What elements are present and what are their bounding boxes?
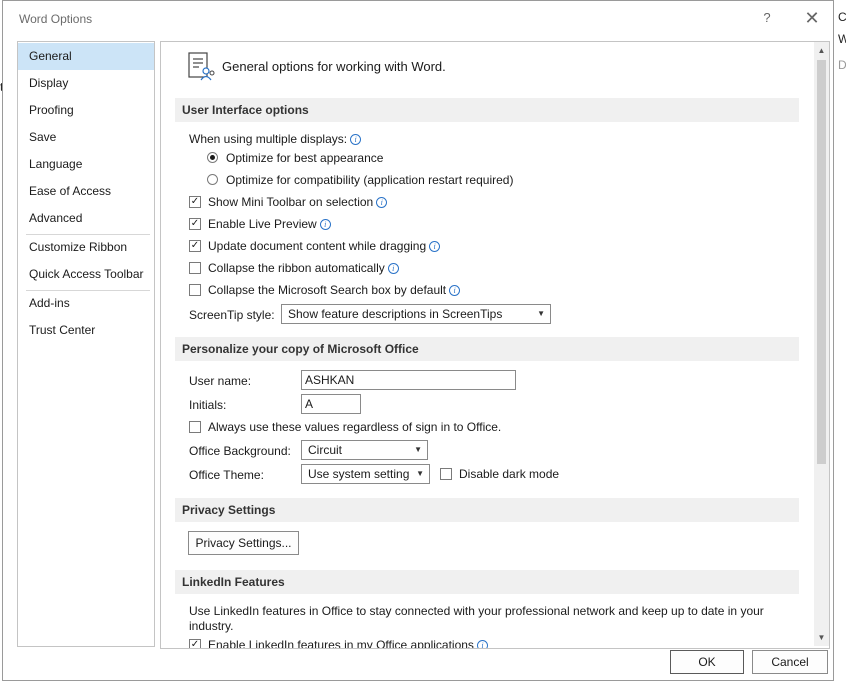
mini-toolbar-label: Show Mini Toolbar on selection i [208,195,388,209]
close-button[interactable]: ✕ [802,8,822,28]
username-input[interactable]: ASHKAN [301,370,516,390]
info-icon[interactable]: i [387,263,399,274]
nav-item-save[interactable]: Save [18,124,154,151]
checkbox-enable-linkedin[interactable]: ✓ [189,639,201,648]
username-label: User name: [189,374,252,388]
checkbox-collapse-search[interactable] [189,284,201,296]
radio-compatibility[interactable] [207,174,218,185]
screentip-style-value: Show feature descriptions in ScreenTips [288,307,503,321]
info-icon[interactable]: i [449,285,461,296]
office-theme-value: Use system setting [308,467,410,481]
collapse-ribbon-label: Collapse the ribbon automatically i [208,261,399,275]
office-background-label: Office Background: [189,444,291,458]
info-icon[interactable]: i [376,197,388,208]
nav-item-proofing[interactable]: Proofing [18,97,154,124]
update-dragging-text: Update document content while dragging [208,239,427,253]
enable-linkedin-label: Enable LinkedIn features in my Office ap… [208,638,488,649]
section-user-interface-options: User Interface options [175,98,799,122]
multiple-displays-text: When using multiple displays: [189,132,348,146]
checkbox-mini-toolbar[interactable]: ✓ [189,196,201,208]
office-background-value: Circuit [308,443,343,457]
scrollbar-thumb[interactable] [817,60,826,464]
live-preview-text: Enable Live Preview [208,217,317,231]
live-preview-label: Enable Live Preview i [208,217,331,231]
window-title: Word Options [19,12,93,26]
office-background-select[interactable]: Circuit ▼ [301,440,428,460]
background-right-text-3: D [838,58,846,72]
info-icon[interactable]: i [319,219,331,230]
background-window-right: C W D [834,0,846,685]
mini-toolbar-text: Show Mini Toolbar on selection [208,195,374,209]
initials-input[interactable]: A [301,394,361,414]
collapse-search-label: Collapse the Microsoft Search box by def… [208,283,461,297]
nav-item-ease-of-access[interactable]: Ease of Access [18,178,154,205]
checkbox-disable-dark-mode[interactable] [440,468,452,480]
nav-item-general[interactable]: General [18,43,154,70]
nav-item-language[interactable]: Language [18,151,154,178]
nav-item-display[interactable]: Display [18,70,154,97]
category-nav: General Display Proofing Save Language E… [17,41,155,647]
section-linkedin-features: LinkedIn Features [175,570,799,594]
info-icon[interactable]: i [429,241,441,252]
scroll-up-icon[interactable]: ▲ [814,42,829,59]
always-use-values-label: Always use these values regardless of si… [208,420,502,434]
panel-header-text: General options for working with Word. [222,59,446,74]
nav-item-add-ins[interactable]: Add-ins [18,290,154,317]
section-personalize: Personalize your copy of Microsoft Offic… [175,337,799,361]
vertical-scrollbar[interactable]: ▲ ▼ [814,42,829,646]
section-privacy-settings: Privacy Settings [175,498,799,522]
section-title: Personalize your copy of Microsoft Offic… [182,342,419,356]
enable-linkedin-text: Enable LinkedIn features in my Office ap… [208,638,474,649]
checkbox-live-preview[interactable]: ✓ [189,218,201,230]
info-icon[interactable]: i [476,640,488,648]
privacy-settings-button[interactable]: Privacy Settings... [188,531,299,555]
scroll-down-icon[interactable]: ▼ [814,629,829,646]
title-bar: Word Options ? ✕ [3,1,833,37]
radio-best-appearance-label: Optimize for best appearance [226,151,384,165]
background-right-text-2: W [838,32,846,46]
chevron-down-icon: ▼ [414,445,422,454]
linkedin-description: Use LinkedIn features in Office to stay … [189,604,764,633]
checkbox-always-use-values[interactable] [189,421,201,433]
chevron-down-icon: ▼ [537,309,545,318]
cancel-button[interactable]: Cancel [752,650,828,674]
office-theme-label: Office Theme: [189,468,264,482]
checkbox-update-dragging[interactable]: ✓ [189,240,201,252]
chevron-down-icon: ▼ [416,469,424,478]
collapse-search-text: Collapse the Microsoft Search box by def… [208,283,447,297]
help-button[interactable]: ? [759,10,775,28]
general-options-icon [188,52,215,81]
checkbox-collapse-ribbon[interactable] [189,262,201,274]
screentip-style-label: ScreenTip style: [189,308,275,322]
general-options-panel: General options for working with Word. U… [160,41,830,649]
radio-best-appearance[interactable] [207,152,218,163]
collapse-ribbon-text: Collapse the ribbon automatically [208,261,385,275]
background-right-text-1: C [838,10,846,24]
nav-item-customize-ribbon[interactable]: Customize Ribbon [18,234,154,261]
nav-item-quick-access-toolbar[interactable]: Quick Access Toolbar [18,261,154,288]
nav-item-advanced[interactable]: Advanced [18,205,154,232]
office-theme-select[interactable]: Use system setting ▼ [301,464,430,484]
section-title: LinkedIn Features [182,575,285,589]
radio-compatibility-label: Optimize for compatibility (application … [226,173,514,187]
info-icon[interactable]: i [350,134,362,145]
section-title: Privacy Settings [182,503,276,517]
ok-button[interactable]: OK [670,650,744,674]
word-options-dialog: Word Options ? ✕ General Display Proofin… [2,0,834,681]
multiple-displays-label: When using multiple displays: i [189,132,362,146]
disable-dark-mode-label: Disable dark mode [459,467,560,481]
nav-item-trust-center[interactable]: Trust Center [18,317,154,344]
update-dragging-label: Update document content while dragging i [208,239,441,253]
initials-label: Initials: [189,398,227,412]
section-title: User Interface options [182,103,309,117]
screentip-style-select[interactable]: Show feature descriptions in ScreenTips … [281,304,551,324]
